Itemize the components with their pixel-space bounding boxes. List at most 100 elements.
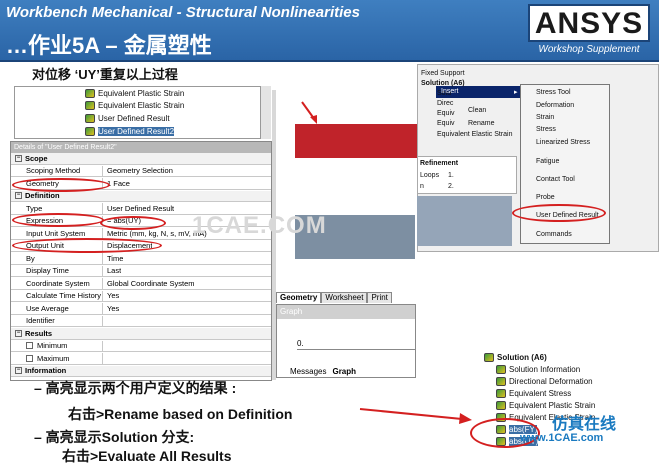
graph-title: Graph — [277, 305, 415, 319]
menu-item[interactable]: Contact Tool — [536, 176, 575, 183]
details-key-label: Identifier — [26, 316, 55, 326]
tree-item[interactable]: Directional Deformation — [496, 376, 593, 387]
details-section[interactable]: − Information — [11, 365, 271, 378]
details-section[interactable]: − Definition — [11, 190, 271, 203]
tree-item[interactable]: Equiv — [437, 120, 455, 127]
details-row[interactable]: Scoping Method Geometry Selection — [11, 165, 271, 178]
collapse-icon[interactable]: − — [15, 367, 22, 375]
collapse-icon[interactable]: − — [15, 329, 22, 337]
menu-item-insert[interactable]: Insert — [441, 88, 459, 95]
checkbox[interactable] — [26, 342, 33, 350]
model-view-red — [295, 124, 417, 158]
result-icon — [85, 127, 95, 136]
details-row[interactable]: Display Time Last — [11, 265, 271, 278]
details-key-label: Use Average — [26, 303, 69, 313]
tree-item[interactable]: Fixed Support — [421, 70, 465, 77]
result-icon — [85, 101, 95, 110]
details-key-label: Scope — [25, 153, 48, 163]
tree-item[interactable]: Equivalent Elastic Strain — [85, 100, 184, 111]
tab-messages[interactable]: Messages — [290, 367, 326, 376]
details-key-label: Calculate Time History — [26, 291, 102, 301]
details-key-label: Input Unit System — [26, 228, 86, 238]
tree-item[interactable]: Equiv — [437, 110, 455, 117]
result-icon — [496, 365, 506, 374]
details-row[interactable]: Minimum — [11, 340, 271, 353]
tree-item-selected[interactable]: User Defined Result2 — [85, 126, 175, 137]
tree-item[interactable]: Equivalent Plastic Strain — [85, 88, 184, 99]
slide-title: Workbench Mechanical - Structural Nonlin… — [6, 4, 360, 21]
tab-print[interactable]: Print — [367, 292, 392, 303]
details-value[interactable]: Yes — [103, 304, 119, 313]
ansys-logo: ANSYS — [528, 4, 650, 42]
tab-worksheet[interactable]: Worksheet — [321, 292, 368, 303]
message-tabs: Messages Graph — [290, 367, 356, 376]
details-key: Calculate Time History — [11, 290, 103, 302]
details-row[interactable]: By Time — [11, 253, 271, 265]
highlight-oval — [512, 204, 606, 222]
details-key: − Definition — [11, 191, 211, 202]
menu-item[interactable]: Stress — [536, 126, 556, 133]
result-icon — [496, 401, 506, 410]
outline-tree: Equivalent Plastic Strain Equivalent Ela… — [14, 86, 271, 139]
details-key-label: Definition — [25, 191, 60, 201]
solution-icon — [484, 353, 494, 362]
details-key: − Results — [11, 328, 211, 339]
menu-item[interactable]: Linearized Stress — [536, 139, 590, 146]
details-panel: Details of "User Defined Result2" − Scope… — [10, 141, 272, 381]
collapse-icon[interactable]: − — [15, 154, 22, 162]
tree-item[interactable]: Equivalent Elastic Strain — [437, 131, 512, 138]
menu-item[interactable]: Stress Tool — [536, 89, 571, 96]
checkbox[interactable] — [26, 354, 33, 362]
tab-geometry[interactable]: Geometry — [276, 292, 322, 303]
details-value[interactable]: User Defined Result — [103, 204, 174, 213]
graph-axis — [297, 349, 415, 350]
graphics-tabs: Geometry Worksheet Print — [276, 292, 416, 303]
menu-item[interactable]: Deformation — [536, 102, 574, 109]
submenu-arrow-icon: ▸ — [514, 89, 518, 96]
details-row[interactable]: Maximum — [11, 353, 271, 365]
details-section[interactable]: − Scope — [11, 153, 271, 165]
details-title: Details of "User Defined Result2" — [11, 142, 271, 153]
details-value[interactable]: Last — [103, 266, 121, 275]
tree-item[interactable]: User Defined Result — [85, 113, 170, 124]
menu-item[interactable]: Strain — [536, 114, 554, 121]
details-row[interactable]: Calculate Time History Yes — [11, 290, 271, 303]
details-key: Scoping Method — [11, 165, 103, 177]
details-key: − Scope — [11, 153, 211, 164]
menu-item[interactable]: Probe — [536, 194, 555, 201]
details-key: By — [11, 253, 103, 264]
details-key: Identifier — [11, 315, 103, 327]
tree-item[interactable]: Equivalent Stress — [496, 388, 571, 399]
tree-item[interactable]: Solution (A6) — [484, 352, 547, 363]
details-value[interactable]: Yes — [103, 291, 119, 300]
menu-item-rename[interactable]: Rename — [468, 120, 494, 127]
menu-item-clean[interactable]: Clean — [468, 107, 486, 114]
collapse-icon[interactable]: − — [15, 192, 22, 200]
table-cell: 1. — [448, 172, 454, 179]
details-key: Display Time — [11, 265, 103, 277]
highlight-oval — [12, 238, 162, 253]
tree-item[interactable]: Direc — [437, 100, 453, 107]
bullet-text: 右击>Rename based on Definition — [68, 406, 293, 422]
result-icon — [85, 114, 95, 123]
details-value[interactable]: Global Coordinate System — [103, 279, 195, 288]
tree-item-label: User Defined Result2 — [98, 127, 175, 136]
tree-item[interactable]: Solution Information — [496, 364, 580, 375]
workshop-supplement-label: Workshop Supplement — [538, 44, 640, 55]
tree-item[interactable]: Solution (A6) — [421, 80, 465, 87]
watermark-text: 1CAE.COM — [192, 212, 327, 239]
table-cell: Loops — [420, 172, 440, 179]
details-value[interactable]: Time — [103, 254, 123, 263]
menu-item[interactable]: Fatigue — [536, 158, 559, 165]
details-value[interactable]: Geometry Selection — [103, 166, 173, 175]
details-row[interactable]: Coordinate System Global Coordinate Syste… — [11, 278, 271, 290]
highlight-oval — [12, 213, 104, 227]
menu-item[interactable]: Commands — [536, 231, 572, 238]
bullet-text: – 高亮显示两个用户定义的结果 : — [34, 380, 237, 396]
tab-graph[interactable]: Graph — [332, 367, 356, 376]
details-row[interactable]: Identifier — [11, 315, 271, 328]
tree-scrollbar[interactable] — [260, 86, 271, 139]
red-arrow-icon — [359, 408, 472, 424]
details-section[interactable]: − Results — [11, 328, 271, 340]
details-row[interactable]: Use Average Yes — [11, 303, 271, 315]
